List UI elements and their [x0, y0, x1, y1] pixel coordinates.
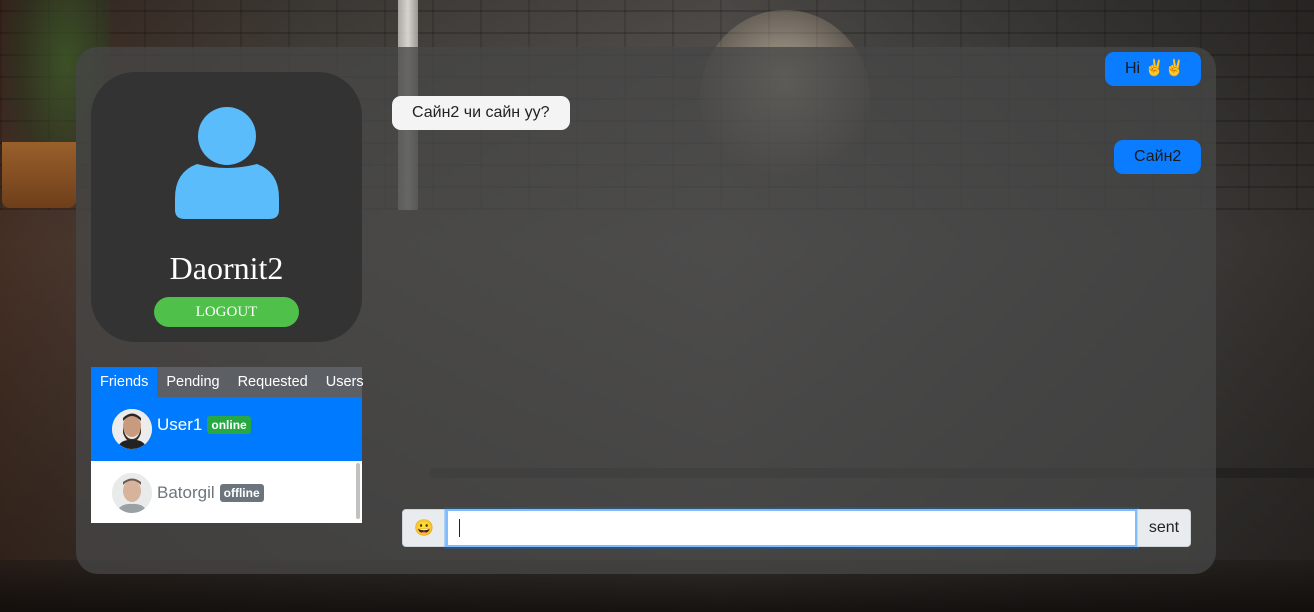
user-icon [175, 107, 279, 219]
friend-list-scrollbar[interactable] [356, 463, 360, 519]
message-outgoing: Hi ✌✌ [1105, 52, 1201, 86]
message-outgoing: Сайн2 [1114, 140, 1201, 174]
message-incoming: Сайн2 чи сайн уу? [392, 96, 570, 130]
friend-item-batorgil[interactable]: Batorgil offline [91, 461, 362, 523]
profile-username: Daornit2 [169, 250, 284, 286]
background-pot [2, 142, 76, 208]
tab-requested[interactable]: Requested [229, 367, 317, 397]
friend-item-user1[interactable]: User1 online [91, 397, 362, 461]
tab-pending[interactable]: Pending [157, 367, 228, 397]
friends-tabs: Friends Pending Requested Users [91, 367, 364, 397]
avatar [112, 473, 152, 513]
profile-card: Daornit2 LOGOUT [91, 72, 362, 342]
emoji-button[interactable]: 😀 [402, 509, 446, 547]
logout-button[interactable]: LOGOUT [154, 297, 299, 327]
friend-list: User1 online Batorgil offline [91, 397, 362, 523]
tab-users[interactable]: Users [317, 367, 373, 397]
text-caret [459, 519, 460, 537]
send-button[interactable]: sent [1137, 509, 1191, 547]
tab-friends[interactable]: Friends [91, 367, 158, 397]
status-badge: online [207, 416, 251, 434]
message-input[interactable] [446, 509, 1137, 547]
status-badge: offline [219, 484, 264, 502]
friend-name: User1 [157, 415, 203, 434]
friend-name: Batorgil [157, 483, 215, 502]
avatar [112, 409, 152, 449]
